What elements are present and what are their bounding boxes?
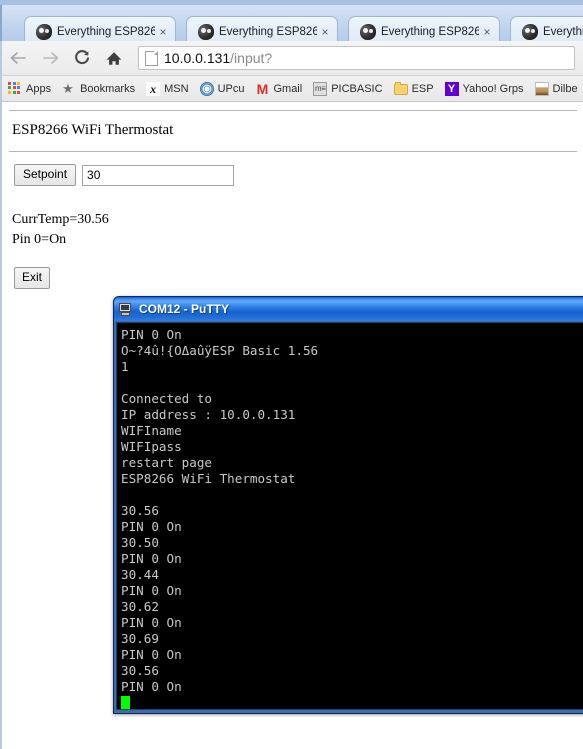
bookmark-label: Bookmarks [80, 82, 136, 95]
terminal-line: PIN 0 On [121, 583, 182, 598]
url-path: /input? [230, 50, 273, 66]
window-left-edge [0, 102, 2, 749]
bookmark-picbasic[interactable]: m≡ PICBASIC [313, 81, 383, 96]
site-favicon-icon [522, 23, 538, 40]
putty-window-title: COM12 - PuTTY [139, 302, 230, 316]
site-favicon-icon [36, 23, 52, 40]
window-left-edge [0, 5, 2, 41]
putty-terminal-icon [118, 302, 134, 317]
bookmark-label: Apps [26, 82, 52, 95]
folder-icon [393, 82, 408, 95]
bookmarks-bar: Apps ★ Bookmarks x MSN UPcu M Gmail m≡ P… [0, 76, 583, 102]
address-bar[interactable]: 10.0.0.131/input? [138, 46, 575, 70]
terminal-line: 30.62 [121, 599, 159, 614]
terminal-line: O~?4û!{OΔaûÿESP Basic 1.56 [121, 343, 319, 358]
dilbert-icon [534, 81, 549, 96]
bookmark-label: Dilbe [552, 82, 578, 95]
setpoint-form: Setpoint [14, 164, 583, 186]
site-favicon-icon [198, 23, 214, 40]
terminal-line: WIFIname [121, 423, 182, 438]
apps-grid-icon [8, 81, 22, 96]
terminal-line: PIN 0 On [121, 327, 182, 342]
terminal-line: 30.44 [121, 567, 159, 582]
terminal-line: 1 [121, 359, 129, 374]
tab-close-icon[interactable]: × [155, 25, 171, 39]
terminal-line: 30.50 [121, 535, 159, 550]
terminal-line: PIN 0 On [121, 647, 182, 662]
bookmark-apps[interactable]: Apps [8, 81, 52, 96]
tab-close-icon[interactable]: × [479, 25, 495, 39]
terminal-line: restart page [121, 455, 212, 470]
terminal-line: 30.69 [121, 631, 159, 646]
bookmark-gmail[interactable]: M Gmail [255, 80, 303, 97]
bookmark-yahoo-grps[interactable]: Y Yahoo! Grps [444, 81, 524, 96]
bookmark-label: Gmail [273, 82, 303, 95]
upcu-icon [199, 81, 214, 96]
pin-status-text: Pin 0=On [12, 232, 67, 247]
reload-icon [73, 49, 91, 67]
url-host: 10.0.0.131 [164, 50, 231, 66]
terminal-line: IP address : 10.0.0.131 [121, 407, 296, 422]
window-left-edge [0, 41, 2, 75]
back-arrow-icon [9, 50, 28, 66]
setpoint-input[interactable] [82, 164, 235, 186]
gmail-icon: M [256, 80, 269, 97]
terminal-line: PIN 0 On [121, 615, 182, 630]
bookmark-bookmarks[interactable]: ★ Bookmarks [62, 82, 135, 96]
window-left-edge [0, 76, 2, 101]
bookmark-label: UPcu [217, 82, 245, 95]
page-title: ESP8266 WiFi Thermostat [12, 122, 174, 138]
back-button[interactable] [4, 44, 32, 72]
terminal-line: PIN 0 On [121, 679, 182, 694]
browser-window: Everything ESP8266 - × Everything ESP826… [0, 0, 583, 749]
home-button[interactable] [100, 44, 128, 72]
home-icon [105, 50, 123, 67]
tab-title: Everything [543, 25, 583, 38]
tab-title: Everything ESP8266 - [381, 25, 479, 38]
terminal-line: 30.56 [121, 503, 159, 518]
tab-strip: Everything ESP8266 - × Everything ESP826… [0, 0, 583, 46]
bookmark-label: ESP [411, 82, 434, 95]
bookmark-label: Yahoo! Grps [462, 82, 524, 95]
forward-arrow-icon [41, 50, 60, 66]
page-divider-under-title [9, 151, 577, 152]
tab-close-icon[interactable]: × [317, 25, 333, 39]
forward-button[interactable] [36, 44, 64, 72]
terminal-line: WIFIpass [121, 439, 182, 454]
exit-button[interactable]: Exit [14, 267, 51, 289]
page-document-icon [145, 50, 158, 66]
picbasic-icon: m≡ [313, 81, 328, 96]
star-icon: ★ [62, 80, 74, 96]
tab-title: Everything ESP8266 - [57, 25, 155, 38]
bookmark-msn[interactable]: x MSN [146, 81, 189, 96]
bookmark-upcu[interactable]: UPcu [199, 81, 245, 96]
bookmark-dilbert[interactable]: Dilbe [534, 81, 578, 96]
putty-titlebar[interactable]: COM12 - PuTTY [114, 297, 583, 321]
bookmark-label: PICBASIC [331, 82, 383, 95]
terminal-line: PIN 0 On [121, 519, 182, 534]
terminal-line: 30.56 [121, 663, 159, 678]
current-temp-text: CurrTemp=30.56 [12, 212, 109, 227]
terminal-line: Connected to [121, 391, 212, 406]
bookmark-label: MSN [164, 82, 189, 95]
tab-title: Everything ESP8266 - [219, 25, 317, 38]
site-favicon-icon [360, 23, 376, 40]
browser-toolbar: 10.0.0.131/input? [0, 41, 583, 76]
page-divider-top [9, 110, 577, 111]
bookmark-esp[interactable]: ESP [393, 82, 434, 95]
setpoint-button[interactable]: Setpoint [14, 164, 77, 186]
reload-button[interactable] [68, 44, 96, 72]
yahoo-icon: Y [444, 81, 459, 96]
putty-terminal[interactable]: PIN 0 On O~?4û!{OΔaûÿESP Basic 1.56 1 Co… [116, 322, 583, 710]
terminal-line: PIN 0 On [121, 551, 182, 566]
putty-window[interactable]: COM12 - PuTTY PIN 0 On O~?4û!{OΔaûÿESP B… [113, 296, 583, 714]
msn-icon: x [146, 81, 161, 96]
terminal-cursor [121, 696, 130, 709]
terminal-line: ESP8266 WiFi Thermostat [121, 471, 296, 486]
